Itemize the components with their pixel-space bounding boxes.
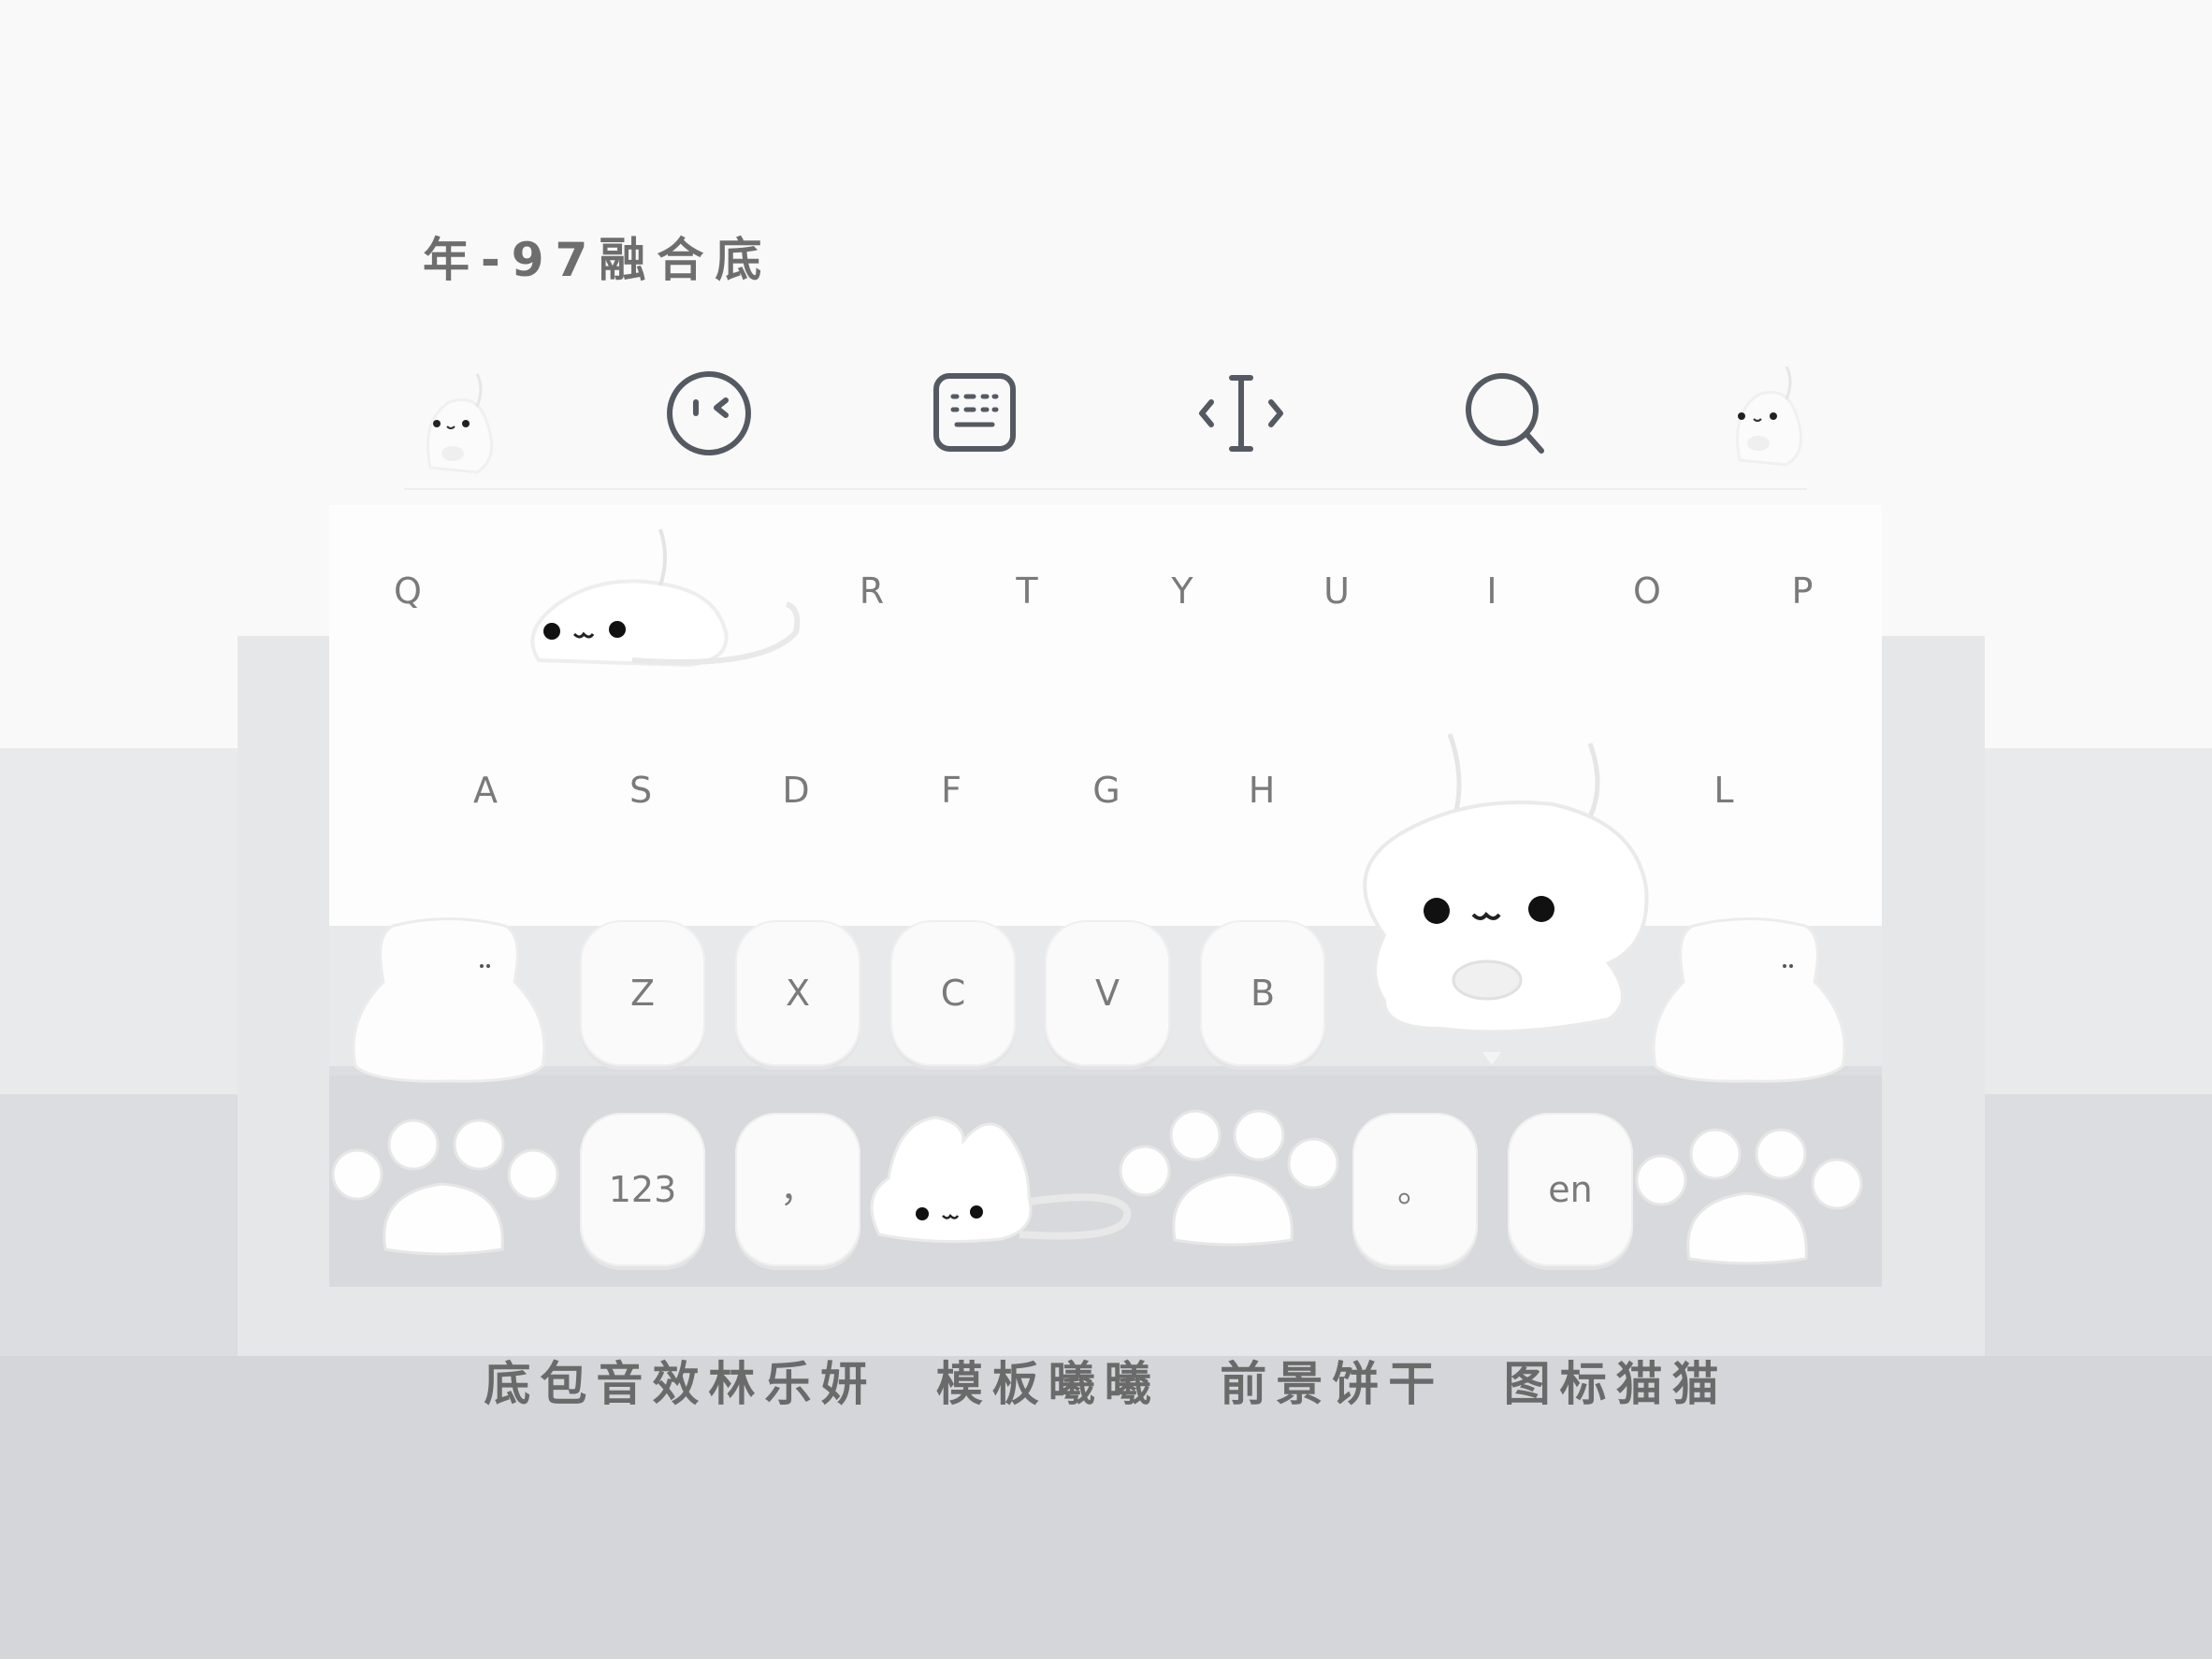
key-i[interactable]: I bbox=[1436, 570, 1548, 612]
sitting-cat-illustration bbox=[1328, 729, 1665, 1079]
delete-key[interactable] bbox=[1637, 907, 1861, 1098]
key-u[interactable]: U bbox=[1280, 570, 1393, 612]
credit-sound: 底包音效林乐妍 bbox=[484, 1357, 877, 1411]
key-a[interactable]: A bbox=[429, 770, 542, 811]
key-c-label: C bbox=[940, 973, 966, 1014]
credit-template: 模板曦曦 bbox=[935, 1357, 1161, 1411]
paw-middle-icon bbox=[1119, 1109, 1343, 1262]
key-d[interactable]: D bbox=[740, 770, 852, 811]
credit-icons: 图标猫猫 bbox=[1503, 1357, 1728, 1411]
key-b-label: B bbox=[1250, 973, 1276, 1014]
cat-mascot-icon[interactable] bbox=[412, 365, 505, 474]
key-s[interactable]: S bbox=[585, 770, 697, 811]
credit-foreground: 前景饼干 bbox=[1220, 1357, 1445, 1411]
key-v-label: V bbox=[1095, 973, 1120, 1014]
keyboard-icon[interactable] bbox=[929, 367, 1022, 460]
cursor-move-icon[interactable] bbox=[1194, 367, 1288, 460]
key-x[interactable]: X bbox=[735, 920, 860, 1066]
shift-key[interactable] bbox=[337, 907, 561, 1098]
key-q[interactable]: Q bbox=[352, 570, 464, 612]
period-key[interactable]: 。 bbox=[1352, 1113, 1478, 1266]
key-f[interactable]: F bbox=[895, 770, 1007, 811]
emoji-face-icon[interactable] bbox=[664, 367, 758, 460]
comma-key-label: ， bbox=[779, 1169, 816, 1210]
key-r[interactable]: R bbox=[816, 570, 928, 612]
paw-left-icon[interactable] bbox=[329, 1118, 563, 1272]
key-g[interactable]: G bbox=[1050, 770, 1163, 811]
page-title: 年-97融合底 bbox=[423, 233, 773, 287]
credits-caption: 底包音效林乐妍 模板曦曦 前景饼干 图标猫猫 bbox=[0, 1347, 2212, 1414]
search-icon[interactable] bbox=[1459, 367, 1553, 460]
lying-cat-illustration bbox=[520, 520, 810, 673]
language-key-label: en bbox=[1548, 1169, 1593, 1210]
key-o[interactable]: O bbox=[1591, 570, 1703, 612]
key-p[interactable]: P bbox=[1746, 570, 1858, 612]
toolbar-divider bbox=[404, 488, 1807, 490]
key-y[interactable]: Y bbox=[1126, 570, 1238, 612]
language-key[interactable]: en bbox=[1508, 1113, 1633, 1266]
key-x-label: X bbox=[785, 973, 811, 1014]
key-t[interactable]: T bbox=[971, 570, 1083, 612]
key-l[interactable]: L bbox=[1668, 770, 1780, 811]
period-key-label: 。 bbox=[1396, 1169, 1433, 1210]
numbers-key[interactable]: 123 bbox=[580, 1113, 705, 1266]
key-c[interactable]: C bbox=[890, 920, 1016, 1066]
key-z[interactable]: Z bbox=[580, 920, 705, 1066]
paw-right-icon[interactable] bbox=[1633, 1118, 1867, 1281]
cat-mascot-icon[interactable] bbox=[1721, 357, 1814, 467]
key-v[interactable]: V bbox=[1045, 920, 1170, 1066]
comma-key[interactable]: ， bbox=[735, 1113, 860, 1266]
numbers-key-label: 123 bbox=[608, 1169, 677, 1210]
space-key[interactable] bbox=[860, 1104, 1141, 1257]
key-h[interactable]: H bbox=[1206, 770, 1318, 811]
key-b[interactable]: B bbox=[1200, 920, 1325, 1066]
key-z-label: Z bbox=[629, 973, 656, 1014]
